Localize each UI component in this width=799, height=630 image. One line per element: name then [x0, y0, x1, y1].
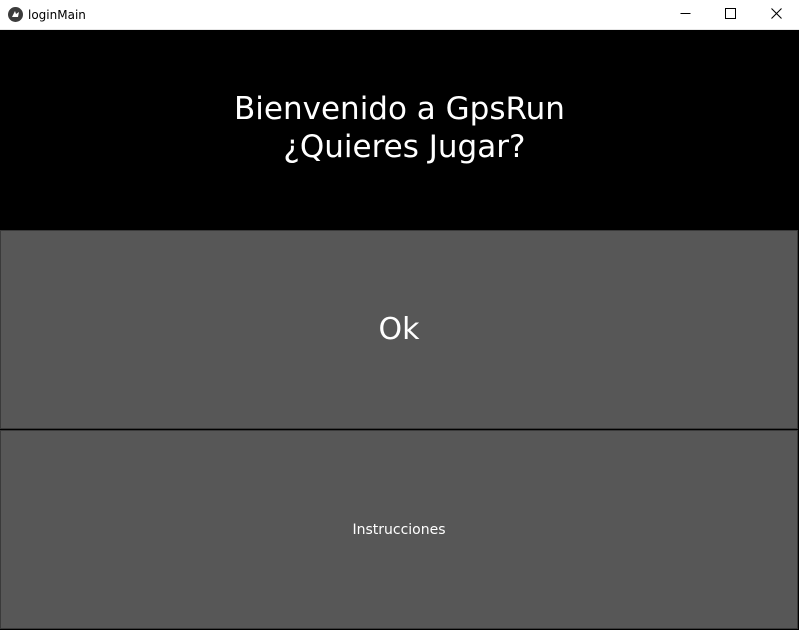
instructions-button[interactable]: Instrucciones — [0, 430, 798, 629]
window-title: loginMain — [28, 8, 86, 22]
minimize-icon — [680, 6, 691, 24]
welcome-line-2: ¿Quieres Jugar? — [273, 129, 526, 165]
welcome-label: Bienvenido a GpsRun ¿Quieres Jugar? — [0, 90, 799, 166]
maximize-button[interactable] — [707, 0, 753, 29]
welcome-header: Bienvenido a GpsRun ¿Quieres Jugar? — [0, 30, 799, 230]
minimize-button[interactable] — [662, 0, 708, 29]
close-icon — [770, 6, 782, 24]
kivy-logo-icon — [8, 7, 23, 22]
title-bar[interactable]: loginMain — [0, 0, 799, 30]
close-button[interactable] — [753, 0, 799, 29]
instructions-button-label: Instrucciones — [352, 521, 446, 538]
ok-button-label: Ok — [378, 312, 420, 347]
app-window: loginMain Bienvenido a GpsRun ¿Quieres J… — [0, 0, 799, 630]
maximize-icon — [724, 6, 736, 24]
ok-button[interactable]: Ok — [0, 230, 798, 429]
welcome-line-1: Bienvenido a GpsRun — [234, 91, 565, 127]
